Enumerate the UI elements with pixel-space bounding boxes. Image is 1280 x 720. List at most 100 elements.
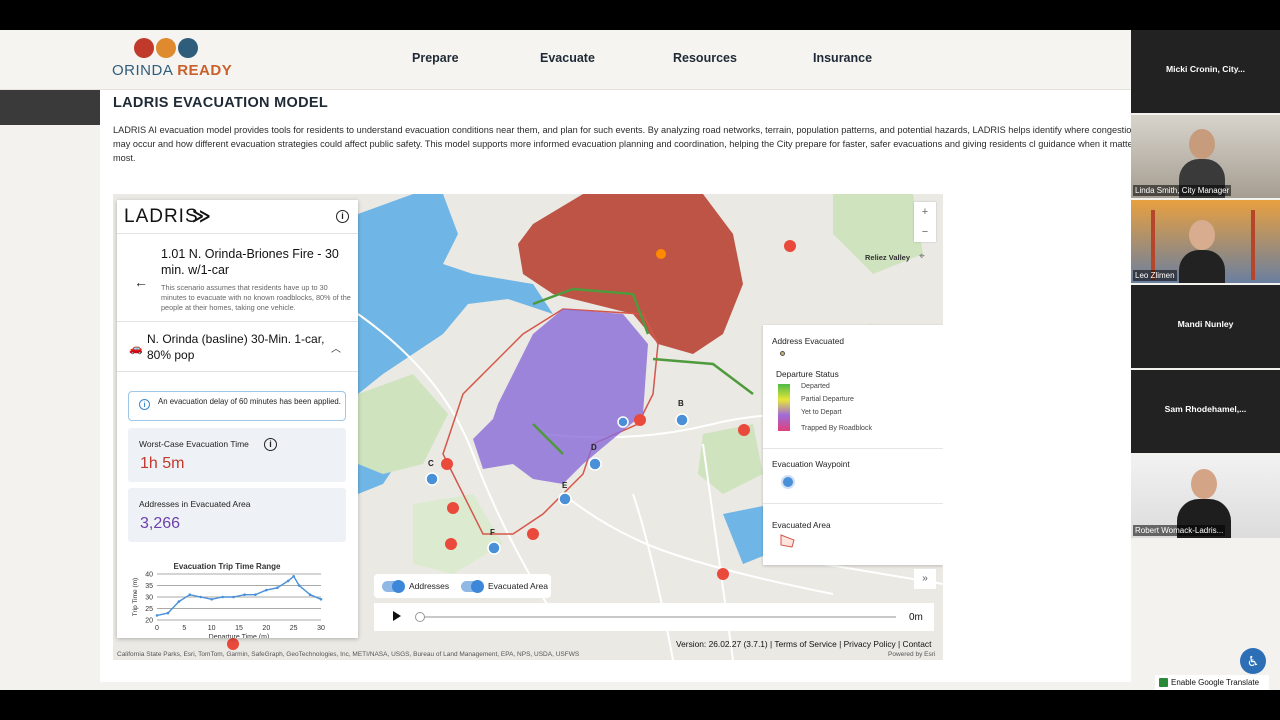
legend-address-evacuated: Address Evacuated bbox=[772, 336, 844, 346]
medical-cross-icon bbox=[134, 38, 154, 58]
time-slider-track[interactable] bbox=[419, 616, 896, 618]
nav-evacuate[interactable]: Evacuate bbox=[540, 51, 595, 65]
participant-video-face bbox=[1189, 220, 1215, 250]
participant-name: Sam Rhodehamel,... bbox=[1164, 404, 1247, 414]
zoom-out-button[interactable]: − bbox=[914, 222, 936, 242]
trip-time-line bbox=[156, 575, 322, 617]
zoom-in-button[interactable]: + bbox=[914, 202, 936, 222]
evacuated-area-toggle-label: Evacuated Area bbox=[488, 581, 549, 591]
back-arrow-icon[interactable]: ← bbox=[134, 274, 148, 290]
chevron-up-icon[interactable]: ︿ bbox=[331, 340, 341, 355]
waypoint-label-c: C bbox=[428, 459, 434, 468]
logo-text-orinda: ORINDA bbox=[112, 62, 173, 79]
flame-icon bbox=[156, 38, 176, 58]
trip-time-point bbox=[177, 600, 181, 603]
car-icon: 🚗 bbox=[129, 343, 143, 355]
trip-time-point bbox=[254, 593, 257, 596]
worst-case-value: 1h 5m bbox=[140, 455, 185, 472]
trip-time-point bbox=[265, 588, 268, 592]
evacuated-area-toggle[interactable] bbox=[461, 580, 484, 593]
addresses-value: 3,266 bbox=[140, 515, 181, 532]
participant-tile[interactable]: Mandi Nunley bbox=[1131, 285, 1280, 368]
trip-time-point bbox=[199, 595, 203, 599]
google-translate-button[interactable]: Enable Google Translate bbox=[1155, 675, 1269, 690]
wave-icon bbox=[178, 38, 198, 58]
trip-time-point bbox=[166, 611, 170, 615]
sub-scenario-title: N. Orinda (basline) 30-Min. 1-car, 80% p… bbox=[147, 332, 325, 362]
y-tick-label: 25 bbox=[145, 606, 153, 613]
scenario-card: ← 1.01 N. Orinda-Briones Fire - 30 min. … bbox=[117, 240, 358, 322]
trip-time-point bbox=[232, 595, 235, 599]
address-dot-icon bbox=[780, 351, 785, 356]
waypoint-icon bbox=[781, 475, 795, 489]
x-tick-label: 20 bbox=[262, 625, 270, 632]
participant-tile[interactable]: Linda Smith, City Manager bbox=[1131, 115, 1280, 198]
trip-time-point bbox=[286, 579, 290, 583]
participant-column: Micki Cronin, City... Linda Smith, City … bbox=[1131, 30, 1280, 540]
bridge-tower-right bbox=[1251, 210, 1255, 280]
legend-divider bbox=[763, 448, 943, 449]
accessibility-icon[interactable]: ♿ bbox=[1240, 648, 1266, 674]
y-tick-label: 30 bbox=[145, 595, 153, 602]
waypoint-label-e: E bbox=[562, 481, 568, 490]
map-attribution: California State Parks, Esri, TomTom, Ga… bbox=[117, 651, 580, 658]
notice-info-icon: i bbox=[139, 399, 150, 410]
worst-case-info-icon[interactable]: i bbox=[264, 438, 277, 451]
trip-time-point bbox=[243, 593, 246, 596]
info-icon[interactable]: i bbox=[336, 210, 349, 223]
trip-time-point bbox=[319, 598, 323, 601]
nav-prepare[interactable]: Prepare bbox=[412, 51, 459, 65]
y-tick-label: 40 bbox=[145, 572, 153, 579]
participant-video-face bbox=[1191, 469, 1217, 499]
evacuated-area-icon bbox=[780, 534, 795, 548]
layer-toggles: Addresses Evacuated Area bbox=[374, 574, 551, 598]
legend-partial: Partial Departure bbox=[801, 396, 854, 403]
fire-origin-icon bbox=[656, 249, 666, 259]
ladris-map-embed: B C D E F + − Reliez Valley ⌖ LADRIS ≫ i… bbox=[113, 194, 943, 660]
delay-notice: i An evacuation delay of 60 minutes has … bbox=[128, 391, 346, 421]
participant-video-body bbox=[1179, 250, 1225, 283]
version-links[interactable]: Version: 26.02.27 (3.7.1) | Terms of Ser… bbox=[676, 639, 931, 649]
trip-time-point bbox=[210, 598, 213, 601]
zoom-control: + − bbox=[914, 202, 936, 242]
waypoint-label-f: F bbox=[490, 528, 495, 537]
video-call-top-bar bbox=[0, 0, 1280, 30]
locate-icon[interactable]: ⌖ bbox=[919, 251, 925, 262]
addresses-label: Addresses in Evacuated Area bbox=[139, 499, 251, 509]
chart-title: Evacuation Trip Time Range bbox=[174, 562, 282, 571]
place-reliez-valley: Reliez Valley bbox=[865, 253, 911, 262]
participant-tile[interactable]: Micki Cronin, City... bbox=[1131, 30, 1280, 113]
x-tick-label: 10 bbox=[208, 625, 216, 632]
participant-video-face bbox=[1189, 129, 1215, 159]
ladris-logo: LADRIS bbox=[124, 206, 199, 227]
x-tick-label: 30 bbox=[317, 625, 325, 632]
time-slider-handle[interactable] bbox=[415, 612, 425, 622]
trip-time-point bbox=[221, 595, 224, 599]
page-description: LADRIS AI evacuation model provides tool… bbox=[113, 125, 1131, 163]
orinda-ready-logo[interactable]: ORINDA READY bbox=[112, 38, 232, 84]
expand-legend-button[interactable]: » bbox=[914, 569, 936, 589]
logo-text: ORINDA READY bbox=[112, 62, 232, 79]
participant-name: Micki Cronin, City... bbox=[1165, 64, 1246, 74]
background-strip bbox=[0, 90, 100, 125]
nav-insurance[interactable]: Insurance bbox=[813, 51, 872, 65]
trip-time-point bbox=[308, 593, 312, 596]
addresses-card: Addresses in Evacuated Area 3,266 bbox=[128, 488, 346, 542]
trip-time-chart: Evacuation Trip Time Range 20 25 30 35 40 0 5 10… bbox=[132, 562, 325, 638]
x-axis-label: Departure Time (m) bbox=[209, 634, 270, 638]
sub-scenario-row[interactable]: 🚗 N. Orinda (basline) 30-Min. 1-car, 80%… bbox=[117, 322, 358, 372]
play-icon[interactable] bbox=[393, 611, 401, 621]
page-content: LADRIS EVACUATION MODEL LADRIS AI evacua… bbox=[100, 90, 1131, 682]
ladris-chevron-icon: ≫ bbox=[192, 206, 211, 226]
video-call-bottom-bar bbox=[0, 690, 1280, 720]
nav-resources[interactable]: Resources bbox=[673, 51, 737, 65]
logo-text-ready: READY bbox=[177, 62, 233, 79]
trip-time-point bbox=[292, 575, 295, 578]
participant-tile[interactable]: Sam Rhodehamel,... bbox=[1131, 370, 1280, 453]
participant-tile[interactable]: Robert Womack-Ladris... bbox=[1131, 455, 1280, 538]
waypoint-label-d: D bbox=[591, 443, 597, 452]
participant-tile[interactable]: Leo Zlimen bbox=[1131, 200, 1280, 283]
trip-time-point bbox=[155, 614, 159, 617]
legend-area: Evacuated Area bbox=[772, 520, 831, 530]
addresses-toggle[interactable] bbox=[382, 580, 405, 593]
